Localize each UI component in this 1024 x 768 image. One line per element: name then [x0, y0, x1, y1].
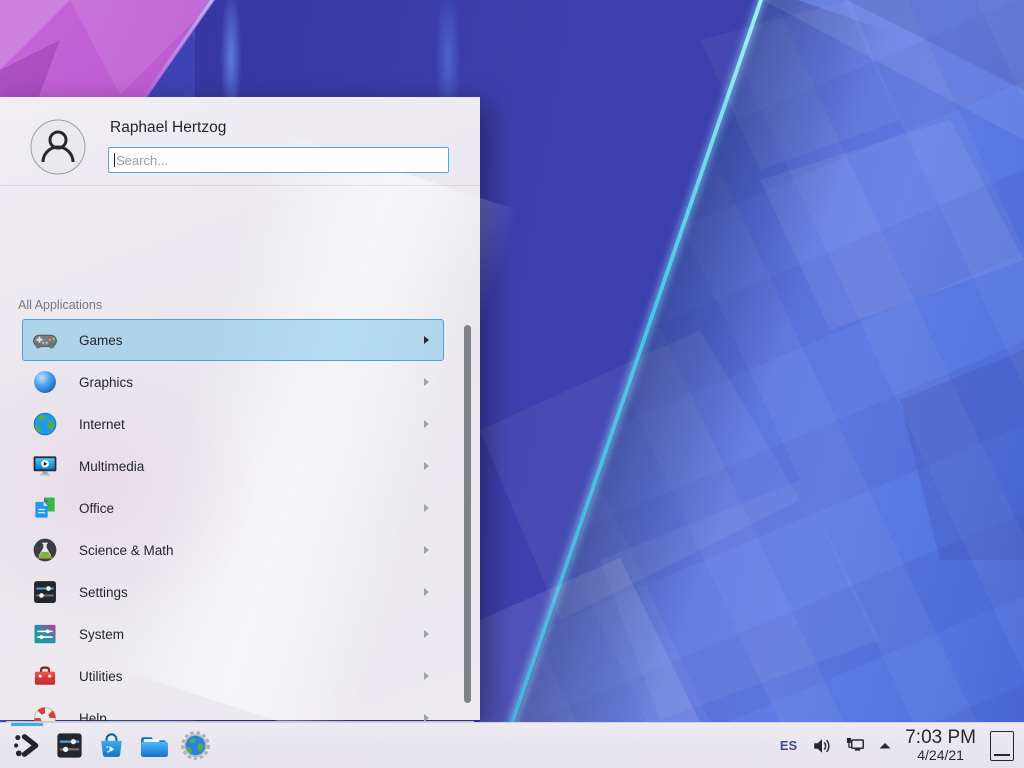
- tray-expander-caret-icon[interactable]: [877, 738, 893, 754]
- submenu-arrow-icon: [424, 378, 429, 386]
- application-launcher-menu: Raphael Hertzog All Applications Games G…: [0, 97, 480, 720]
- submenu-arrow-icon: [424, 504, 429, 512]
- menu-item-label: Multimedia: [79, 459, 424, 474]
- submenu-arrow-icon: [424, 630, 429, 638]
- app-category-list: Games Graphics Internet Multimedia Offic…: [0, 319, 480, 721]
- submenu-arrow-icon: [424, 672, 429, 680]
- utilities-category-icon: [31, 662, 59, 690]
- submenu-arrow-icon: [424, 462, 429, 470]
- submenu-arrow-icon: [424, 420, 429, 428]
- graphics-category-icon: [31, 368, 59, 396]
- menu-item-utilities[interactable]: Utilities: [22, 655, 444, 697]
- menu-item-label: Games: [79, 333, 424, 348]
- menu-item-label: Utilities: [79, 669, 424, 684]
- list-scrollbar[interactable]: [464, 325, 471, 703]
- science-category-icon: [31, 536, 59, 564]
- menu-item-science-math[interactable]: Science & Math: [22, 529, 444, 571]
- menu-item-help[interactable]: Help: [22, 697, 444, 721]
- browser-icon: [180, 730, 211, 761]
- file-manager-button[interactable]: [132, 723, 174, 768]
- taskbar-apps: [0, 723, 216, 768]
- show-desktop-button[interactable]: [990, 731, 1014, 761]
- user-avatar[interactable]: [30, 119, 86, 175]
- user-name: Raphael Hertzog: [110, 119, 226, 137]
- desktop: Raphael Hertzog All Applications Games G…: [0, 0, 1024, 768]
- menu-item-label: Graphics: [79, 375, 424, 390]
- text-caret: [114, 153, 115, 167]
- menu-item-label: Internet: [79, 417, 424, 432]
- system-tray: ES 7:03 PM 4/24/21: [780, 723, 1024, 768]
- clock-date: 4/24/21: [917, 748, 964, 763]
- menu-item-settings[interactable]: Settings: [22, 571, 444, 613]
- digital-clock[interactable]: 7:03 PM 4/24/21: [905, 728, 976, 763]
- application-launcher-button[interactable]: [6, 723, 48, 768]
- menu-item-graphics[interactable]: Graphics: [22, 361, 444, 403]
- menu-item-system[interactable]: System: [22, 613, 444, 655]
- menu-item-label: Science & Math: [79, 543, 424, 558]
- menu-item-label: Settings: [79, 585, 424, 600]
- games-category-icon: [31, 326, 59, 354]
- system-category-icon: [31, 620, 59, 648]
- menu-item-label: Office: [79, 501, 424, 516]
- dolphin-icon: [138, 730, 169, 761]
- volume-icon[interactable]: [811, 735, 833, 757]
- menu-item-internet[interactable]: Internet: [22, 403, 444, 445]
- keyboard-layout-indicator[interactable]: ES: [780, 738, 797, 753]
- multimedia-category-icon: [31, 452, 59, 480]
- clock-time: 7:03 PM: [905, 728, 976, 748]
- submenu-arrow-icon: [424, 336, 429, 344]
- settings-icon: [54, 730, 85, 761]
- section-label: All Applications: [18, 298, 102, 312]
- menu-item-games[interactable]: Games: [22, 319, 444, 361]
- menu-item-label: System: [79, 627, 424, 642]
- web-browser-button[interactable]: [174, 723, 216, 768]
- system-settings-button[interactable]: [48, 723, 90, 768]
- discover-icon: [96, 730, 127, 761]
- submenu-arrow-icon: [424, 588, 429, 596]
- menu-item-multimedia[interactable]: Multimedia: [22, 445, 444, 487]
- settings-category-icon: [31, 578, 59, 606]
- discover-button[interactable]: [90, 723, 132, 768]
- launcher-header: Raphael Hertzog: [0, 97, 480, 186]
- kickoff-icon: [12, 730, 43, 761]
- help-category-icon: [31, 704, 59, 721]
- search-input[interactable]: [108, 147, 449, 173]
- submenu-arrow-icon: [424, 546, 429, 554]
- network-icon[interactable]: [844, 735, 866, 757]
- submenu-arrow-icon: [424, 714, 429, 721]
- internet-category-icon: [31, 410, 59, 438]
- menu-item-office[interactable]: Office: [22, 487, 444, 529]
- taskbar-panel: ES 7:03 PM 4/24/21: [0, 722, 1024, 768]
- office-category-icon: [31, 494, 59, 522]
- menu-item-label: Help: [79, 711, 424, 722]
